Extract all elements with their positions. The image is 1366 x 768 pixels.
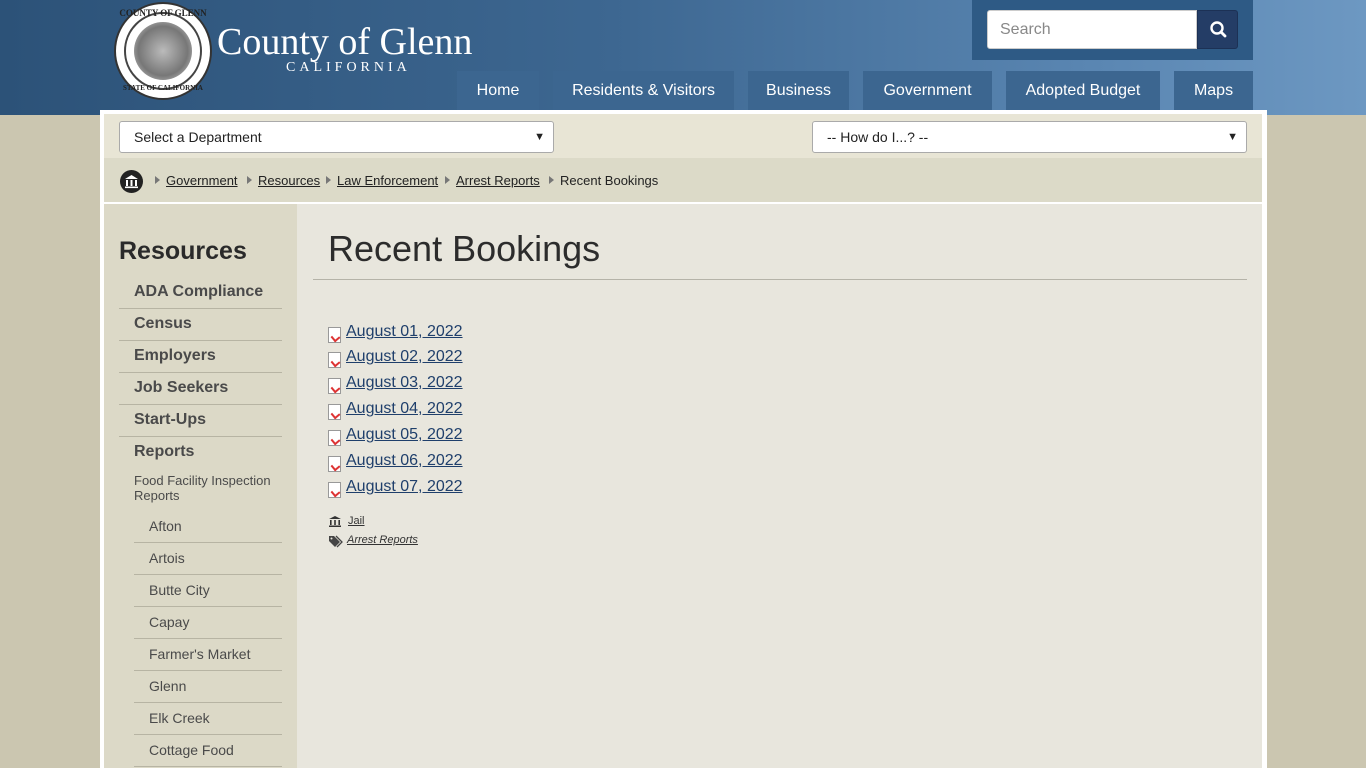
sidebar-item-start-ups[interactable]: Start-Ups <box>119 405 282 437</box>
pdf-icon <box>328 352 341 368</box>
sidebar-subitem-artois[interactable]: Artois <box>134 543 282 575</box>
sidebar-subitem-glenn[interactable]: Glenn <box>134 671 282 703</box>
sidebar-item-job-seekers[interactable]: Job Seekers <box>119 373 282 405</box>
document-link-label[interactable]: August 04, 2022 <box>346 400 463 418</box>
page-title: Recent Bookings <box>328 228 601 269</box>
breadcrumb-resources[interactable]: Resources <box>258 173 320 188</box>
sidebar-item-food-facility[interactable]: Food Facility Inspection Reports <box>134 473 282 503</box>
seal-top-text: COUNTY OF GLENN <box>119 8 207 18</box>
magnifier-icon <box>1210 21 1227 38</box>
sidebar-title: Resources <box>119 237 247 265</box>
sidebar-item-census[interactable]: Census <box>119 309 282 341</box>
seal-bottom-text: STATE OF CALIFORNIA <box>123 84 203 92</box>
seal-emblem <box>134 22 192 80</box>
document-link-label[interactable]: August 05, 2022 <box>346 426 463 444</box>
department-link[interactable]: Jail <box>348 515 365 527</box>
sidebar-subitem-cottage-food[interactable]: Cottage Food <box>134 735 282 767</box>
sidebar-subitem-farmers-market[interactable]: Farmer's Market <box>134 639 282 671</box>
chevron-down-icon: ▼ <box>1227 131 1238 143</box>
sidebar-item-reports[interactable]: Reports <box>119 437 282 469</box>
breadcrumb-law-enforcement[interactable]: Law Enforcement <box>337 173 438 188</box>
chevron-down-icon: ▼ <box>534 131 545 143</box>
nav-residents-visitors[interactable]: Residents & Visitors <box>553 71 734 110</box>
pdf-icon <box>328 430 341 446</box>
how-do-i-select[interactable]: -- How do I...? -- ▼ <box>812 121 1247 153</box>
sidebar-item-ada-compliance[interactable]: ADA Compliance <box>119 277 282 309</box>
nav-business[interactable]: Business <box>748 71 849 110</box>
document-link-label[interactable]: August 01, 2022 <box>346 323 463 341</box>
breadcrumb-arrest-reports[interactable]: Arrest Reports <box>456 173 540 188</box>
pdf-icon <box>328 378 341 394</box>
brand-subtitle: CALIFORNIA <box>286 60 411 75</box>
department-select-value: Select a Department <box>134 129 262 145</box>
breadcrumb-separator <box>326 176 331 184</box>
pdf-icon <box>328 482 341 498</box>
breadcrumb-separator <box>549 176 554 184</box>
nav-home[interactable]: Home <box>457 71 539 110</box>
tags-icon <box>329 535 343 548</box>
pdf-icon <box>328 404 341 420</box>
title-divider <box>313 279 1247 280</box>
tag-link-arrest-reports[interactable]: Arrest Reports <box>347 534 418 546</box>
document-link-label[interactable]: August 06, 2022 <box>346 452 463 470</box>
document-link-label[interactable]: August 02, 2022 <box>346 348 463 366</box>
pdf-icon <box>328 456 341 472</box>
search-container: Search <box>972 0 1253 60</box>
sidebar-subitem-capay[interactable]: Capay <box>134 607 282 639</box>
home-icon[interactable] <box>120 170 143 193</box>
breadcrumb-government[interactable]: Government <box>166 173 238 188</box>
pdf-icon <box>328 327 341 343</box>
building-icon <box>329 516 341 527</box>
search-input[interactable]: Search <box>987 10 1197 49</box>
breadcrumb-separator <box>445 176 450 184</box>
how-do-i-select-value: -- How do I...? -- <box>827 129 929 145</box>
building-icon <box>125 175 138 189</box>
sidebar-subitem-butte-city[interactable]: Butte City <box>134 575 282 607</box>
breadcrumb-separator <box>155 176 160 184</box>
breadcrumb-separator <box>247 176 252 184</box>
nav-government[interactable]: Government <box>863 71 992 110</box>
sidebar-item-employers[interactable]: Employers <box>119 341 282 373</box>
department-select[interactable]: Select a Department ▼ <box>119 121 554 153</box>
sidebar-subitem-elk-creek[interactable]: Elk Creek <box>134 703 282 735</box>
county-seal-logo[interactable]: COUNTY OF GLENN STATE OF CALIFORNIA <box>114 2 212 100</box>
document-link-label[interactable]: August 03, 2022 <box>346 374 463 392</box>
nav-adopted-budget[interactable]: Adopted Budget <box>1006 71 1160 110</box>
search-button[interactable] <box>1197 10 1238 49</box>
nav-maps[interactable]: Maps <box>1174 71 1253 110</box>
brand-title[interactable]: County of Glenn <box>217 20 472 64</box>
document-link-label[interactable]: August 07, 2022 <box>346 478 463 496</box>
breadcrumb-current-page: Recent Bookings <box>560 173 659 188</box>
sidebar-subitem-afton[interactable]: Afton <box>134 511 282 543</box>
